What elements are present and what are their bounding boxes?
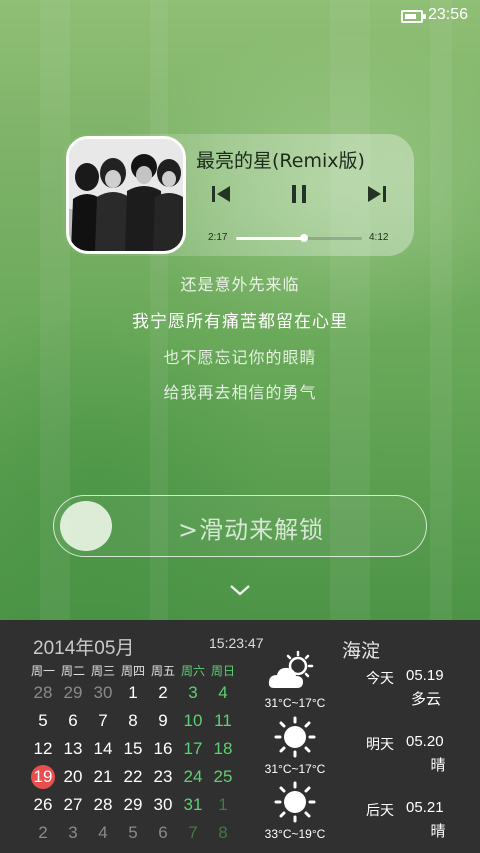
previous-icon (212, 186, 230, 202)
unlock-slider[interactable]: >滑动来解锁 (53, 495, 427, 557)
calendar-day[interactable]: 24 (178, 764, 208, 790)
temperature-range: 33°C~19°C (264, 827, 326, 841)
pause-icon (292, 185, 306, 203)
sunny-icon (274, 781, 316, 823)
forecast-condition: 晴 (430, 757, 446, 774)
calendar-day[interactable]: 22 (118, 764, 148, 790)
lyric-line: 也不愿忘记你的眼睛 (163, 348, 317, 367)
calendar-day[interactable]: 10 (178, 708, 208, 734)
weekday-label: 周六 (180, 664, 205, 678)
calendar-day[interactable]: 15 (118, 736, 148, 762)
chevron-down-icon[interactable] (229, 583, 251, 597)
weekday-label: 周五 (150, 664, 175, 678)
calendar-day[interactable]: 31 (178, 792, 208, 818)
calendar-day[interactable]: 2 (28, 820, 58, 846)
calendar-day[interactable]: 8 (208, 820, 238, 846)
status-bar: 23:56 (0, 0, 480, 32)
progress-thumb[interactable] (300, 234, 309, 242)
weekday-label: 周一 (30, 664, 55, 678)
weekday-label: 周日 (210, 664, 235, 678)
calendar-day[interactable]: 12 (28, 736, 58, 762)
calendar-day[interactable]: 28 (28, 680, 58, 706)
forecast-day: 后天 (366, 802, 394, 818)
calendar-day[interactable]: 5 (118, 820, 148, 846)
music-player-widget[interactable]: 最亮的星(Remix版) 2:17 4:12 (62, 134, 414, 256)
calendar-day[interactable]: 16 (148, 736, 178, 762)
calendar-day[interactable]: 28 (88, 792, 118, 818)
calendar-weather-panel: 2014年05月 15:23:47 海淀 周一 周二 周三 周四 周五 周六 周… (0, 620, 480, 853)
calendar-day[interactable]: 7 (178, 820, 208, 846)
weekday-label: 周三 (90, 664, 115, 678)
calendar-day-today[interactable]: 19 (28, 764, 58, 790)
calendar-day[interactable]: 13 (58, 736, 88, 762)
calendar-day[interactable]: 7 (88, 708, 118, 734)
forecast-day: 明天 (366, 736, 394, 752)
calendar-day[interactable]: 30 (148, 792, 178, 818)
progress-fill (236, 237, 305, 240)
weekday-label: 周四 (120, 664, 145, 678)
calendar-day[interactable]: 20 (58, 764, 88, 790)
unlock-label: >滑动来解锁 (178, 516, 325, 544)
unlock-handle[interactable] (60, 501, 112, 551)
calendar-day[interactable]: 2 (148, 680, 178, 706)
elapsed-time: 2:17 (208, 232, 228, 243)
weather-location: 海淀 (342, 641, 381, 662)
calendar-day[interactable]: 25 (208, 764, 238, 790)
calendar-day[interactable]: 26 (28, 792, 58, 818)
next-button[interactable] (362, 180, 392, 208)
temperature-range: 31°C~17°C (264, 762, 326, 776)
panel-clock: 15:23:47 (209, 635, 264, 651)
partly-cloudy-icon (268, 650, 314, 688)
forecast-date: 05.20 (406, 733, 444, 750)
calendar-day[interactable]: 9 (148, 708, 178, 734)
calendar-day[interactable]: 8 (118, 708, 148, 734)
calendar-month: 2014年05月 (33, 638, 135, 659)
calendar-day[interactable]: 1 (118, 680, 148, 706)
calendar-day[interactable]: 27 (58, 792, 88, 818)
lock-screen-background: 23:56 最亮的星(Remix版) 2:17 4:12 还是意外先来临 我宁愿… (0, 0, 480, 620)
temperature-range: 31°C~17°C (264, 696, 326, 710)
song-title: 最亮的星(Remix版) (196, 150, 365, 172)
calendar-day[interactable]: 3 (178, 680, 208, 706)
next-icon (368, 186, 386, 202)
calendar-day[interactable]: 18 (208, 736, 238, 762)
calendar-day[interactable]: 29 (58, 680, 88, 706)
album-art[interactable] (66, 136, 186, 254)
progress-bar[interactable] (236, 234, 362, 242)
forecast-date: 05.19 (406, 667, 444, 684)
forecast-condition: 晴 (430, 823, 446, 840)
calendar-day[interactable]: 5 (28, 708, 58, 734)
calendar-day[interactable]: 17 (178, 736, 208, 762)
calendar-day[interactable]: 4 (88, 820, 118, 846)
forecast-date: 05.21 (406, 799, 444, 816)
status-clock: 23:56 (427, 6, 468, 23)
lyric-line: 还是意外先来临 (180, 275, 300, 294)
previous-button[interactable] (206, 180, 236, 208)
calendar-day[interactable]: 21 (88, 764, 118, 790)
lyric-line: 给我再去相信的勇气 (163, 383, 317, 402)
calendar-day[interactable]: 14 (88, 736, 118, 762)
calendar-day[interactable]: 4 (208, 680, 238, 706)
calendar-day[interactable]: 6 (58, 708, 88, 734)
calendar-day[interactable]: 29 (118, 792, 148, 818)
lyric-line-current: 我宁愿所有痛苦都留在心里 (132, 312, 348, 332)
calendar-day[interactable]: 23 (148, 764, 178, 790)
calendar-day[interactable]: 30 (88, 680, 118, 706)
forecast-day: 今天 (366, 670, 394, 686)
calendar-day[interactable]: 1 (208, 792, 238, 818)
total-time: 4:12 (369, 232, 389, 243)
calendar-day[interactable]: 6 (148, 820, 178, 846)
calendar-day[interactable]: 3 (58, 820, 88, 846)
weekday-label: 周二 (60, 664, 85, 678)
calendar-day[interactable]: 11 (208, 708, 238, 734)
pause-button[interactable] (284, 180, 314, 208)
sunny-icon (274, 716, 316, 758)
forecast-condition: 多云 (410, 691, 441, 708)
battery-icon (401, 10, 426, 23)
